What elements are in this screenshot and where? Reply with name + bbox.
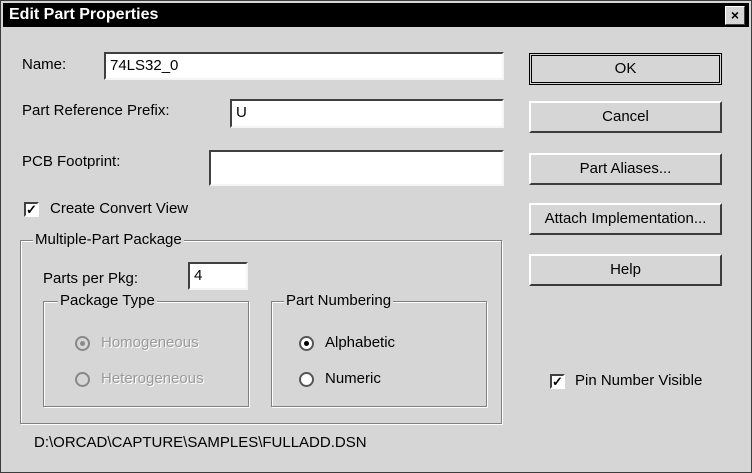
title-bar: Edit Part Properties × xyxy=(3,3,749,27)
create-convert-view-label: Create Convert View xyxy=(50,200,189,217)
parts-per-pkg-label: Parts per Pkg: xyxy=(43,270,139,287)
parts-per-pkg-input[interactable]: 4 xyxy=(188,262,248,290)
attach-implementation-button[interactable]: Attach Implementation... xyxy=(529,203,722,235)
prefix-input[interactable]: U xyxy=(230,99,504,128)
alphabetic-radio[interactable] xyxy=(299,336,314,351)
pin-number-visible-label: Pin Number Visible xyxy=(575,372,703,389)
package-type-title: Package Type xyxy=(58,292,157,309)
homogeneous-radio[interactable] xyxy=(75,336,90,351)
name-label: Name: xyxy=(22,56,66,73)
homogeneous-label: Homogeneous xyxy=(101,334,199,351)
numeric-label: Numeric xyxy=(325,370,381,387)
create-convert-view-checkbox[interactable]: ✓ xyxy=(24,202,39,217)
footprint-input[interactable] xyxy=(209,150,504,186)
heterogeneous-label: Heterogeneous xyxy=(101,370,204,387)
cancel-button[interactable]: Cancel xyxy=(529,101,722,133)
name-label-text: Name: xyxy=(22,56,67,73)
part-numbering-group xyxy=(271,301,487,407)
part-numbering-title: Part Numbering xyxy=(284,292,394,309)
ok-button[interactable]: OK xyxy=(529,53,722,85)
multiple-part-package-title: Multiple-Part Package xyxy=(33,231,184,248)
numeric-radio[interactable] xyxy=(299,372,314,387)
part-aliases-button[interactable]: Part Aliases... xyxy=(529,153,722,185)
help-button[interactable]: Help xyxy=(529,254,722,286)
pin-number-visible-checkbox[interactable]: ✓ xyxy=(550,374,565,389)
name-input[interactable]: 74LS32_0 xyxy=(104,52,504,80)
footprint-label: PCB Footprint: xyxy=(22,153,121,170)
edit-part-properties-dialog: Edit Part Properties × Name: 74LS32_0 Pa… xyxy=(0,0,752,473)
alphabetic-label: Alphabetic xyxy=(325,334,396,351)
design-file-path: D:\ORCAD\CAPTURE\SAMPLES\FULLADD.DSN xyxy=(34,434,367,451)
heterogeneous-radio[interactable] xyxy=(75,372,90,387)
prefix-label: Part Reference Prefix: xyxy=(22,102,170,119)
package-type-group xyxy=(43,301,249,407)
window-title: Edit Part Properties xyxy=(9,6,159,23)
close-icon[interactable]: × xyxy=(725,6,745,25)
